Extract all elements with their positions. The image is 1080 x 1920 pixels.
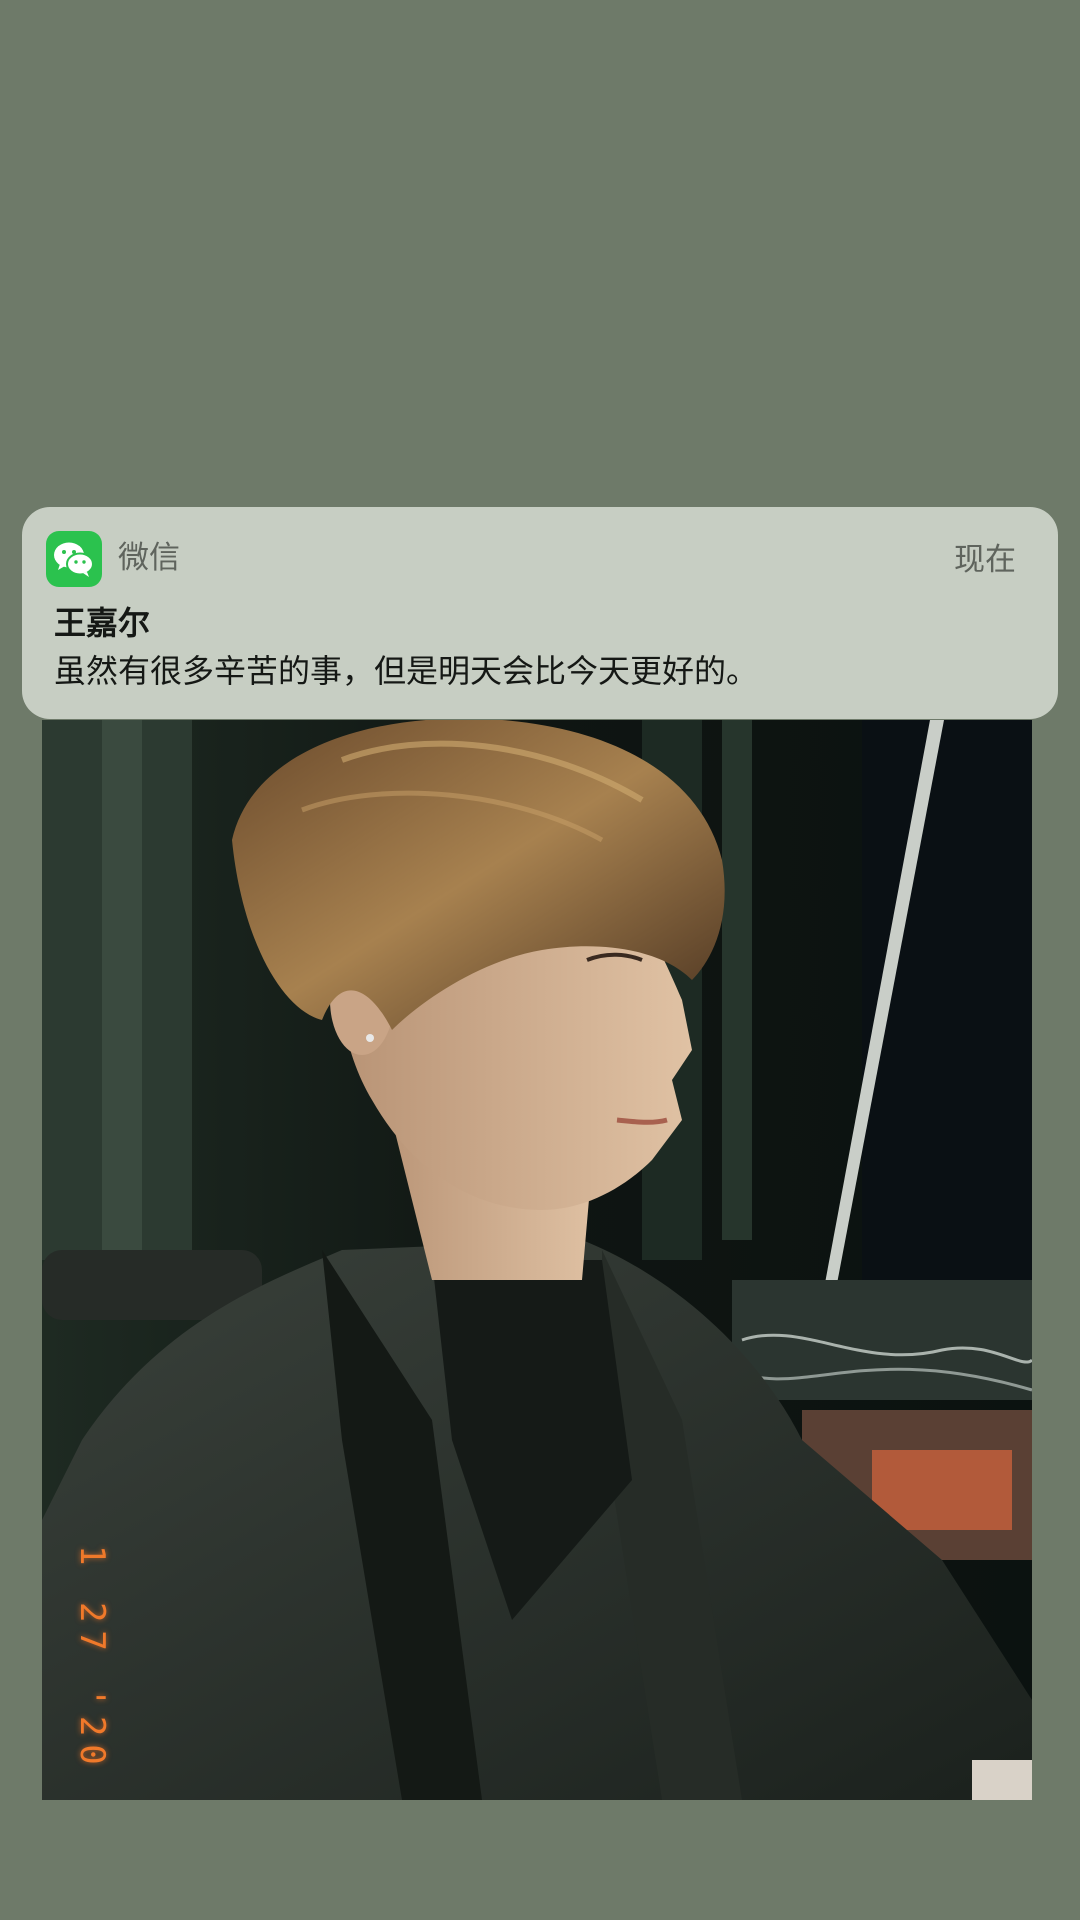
app-name: 微信 [118,540,180,576]
photo-date-stamp: 1 27 '20 [72,1545,112,1773]
message-text: 虽然有很多辛苦的事，但是明天会比今天更好的。 [54,652,759,690]
wallpaper-photo [42,720,1032,1800]
notification-banner[interactable]: 微信 现在 王嘉尔 虽然有很多辛苦的事，但是明天会比今天更好的。 [22,507,1058,719]
sender-name: 王嘉尔 [54,604,151,642]
wechat-icon [46,531,102,587]
notification-time: 现在 [954,542,1016,578]
